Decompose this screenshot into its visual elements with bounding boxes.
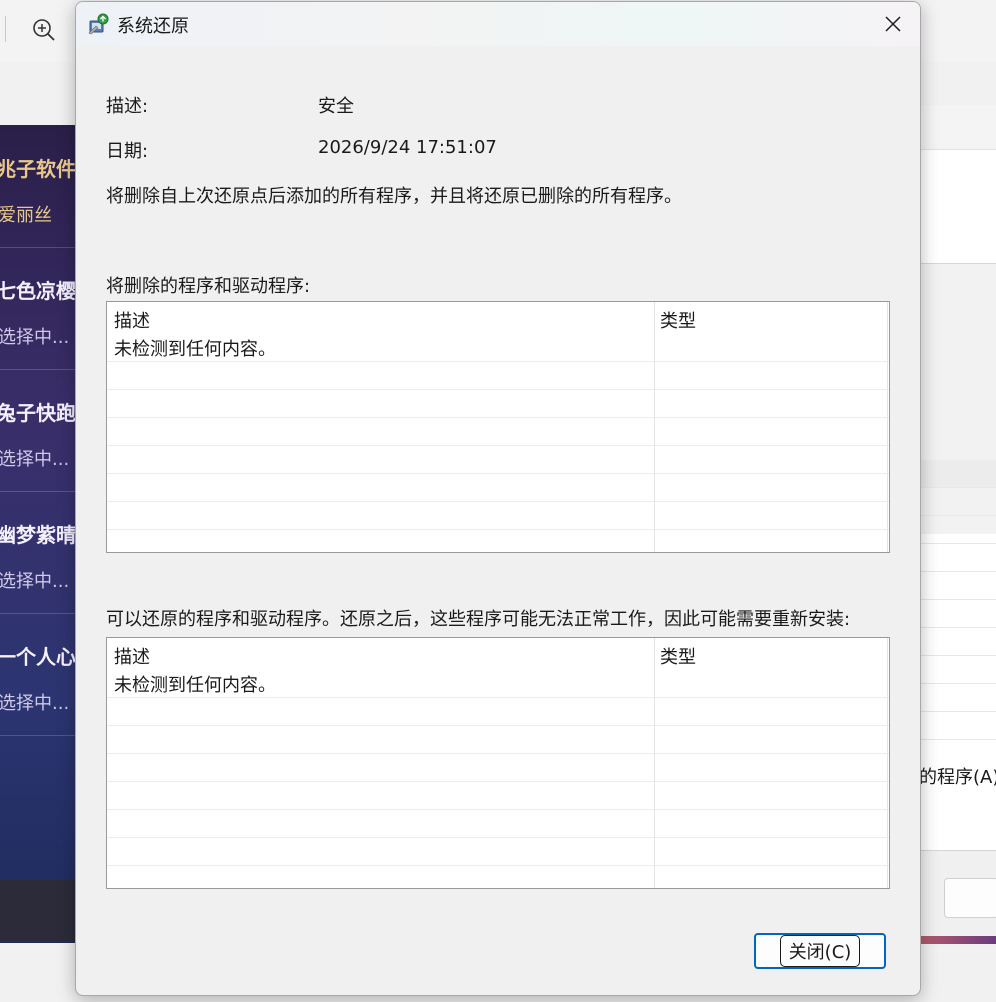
close-icon — [885, 16, 901, 32]
system-restore-icon — [87, 13, 109, 35]
row-description: 未检测到任何内容。 — [114, 339, 276, 360]
zoom-in-icon[interactable] — [30, 16, 58, 44]
delete-programs-list[interactable]: 描述 类型 未检测到任何内容。 — [106, 301, 890, 553]
description-label: 描述: — [106, 96, 149, 117]
close-window-button[interactable] — [870, 6, 916, 42]
list-item-subtitle: 选择中... — [0, 571, 70, 592]
restore-programs-list[interactable]: 描述 类型 未检测到任何内容。 — [106, 637, 890, 889]
list-item-subtitle: 选择中... — [0, 449, 70, 470]
system-restore-dialog: 系统还原 描述: 安全 日期: 2026/9/24 17:51:07 将删除自上… — [75, 1, 921, 996]
toolbar-separator — [5, 16, 6, 42]
restore-section-label: 可以还原的程序和驱动程序。还原之后，这些程序可能无法正常工作，因此可能需要重新安… — [106, 609, 851, 630]
list-item[interactable]: 兆子软件 爱丽丝 — [0, 125, 75, 248]
list-item-title: 幽梦紫晴 — [0, 523, 75, 547]
list-item[interactable]: 兔子快跑 选择中... — [0, 369, 75, 492]
list-item-subtitle: 选择中... — [0, 327, 70, 348]
close-button-label: 关闭(C) — [779, 935, 861, 967]
dialog-title: 系统还原 — [117, 16, 189, 37]
list-item[interactable]: 幽梦紫晴 选择中... — [0, 491, 75, 614]
title-bar[interactable]: 系统还原 — [76, 2, 920, 46]
background-song-list: 兆子软件 爱丽丝 七色凉樱 选择中... 兔子快跑 选择中... 幽梦紫晴 选择… — [0, 125, 75, 943]
list-item-title: 七色凉樱 — [0, 279, 75, 303]
list-item-title: 兆子软件 — [0, 157, 75, 181]
list-header: 描述 类型 — [107, 302, 889, 333]
list-item-title: 一个人心 — [0, 645, 75, 669]
date-label: 日期: — [106, 141, 149, 162]
background-restore-wizard: 的程序(A) — [918, 105, 996, 946]
close-button[interactable]: 关闭(C) — [754, 933, 886, 969]
background-header-band — [919, 105, 996, 150]
background-list — [919, 460, 996, 760]
list-item[interactable]: 一个人心 选择中... — [0, 613, 75, 736]
background-player-bar — [0, 880, 75, 942]
list-item-title: 兔子快跑 — [0, 401, 75, 425]
delete-section-label: 将删除的程序和驱动程序: — [106, 276, 311, 297]
background-button[interactable] — [944, 878, 996, 918]
description-value: 安全 — [318, 96, 354, 117]
background-taskbar-strip — [918, 936, 996, 944]
list-item-subtitle: 选择中... — [0, 693, 70, 714]
scan-programs-link[interactable]: 的程序(A) — [919, 763, 996, 789]
table-row[interactable]: 未检测到任何内容。 — [107, 669, 889, 698]
column-header-description[interactable]: 描述 — [114, 307, 150, 333]
column-header-type[interactable]: 类型 — [660, 643, 696, 669]
column-header-description[interactable]: 描述 — [114, 643, 150, 669]
list-item-subtitle: 爱丽丝 — [0, 205, 52, 226]
column-header-type[interactable]: 类型 — [660, 307, 696, 333]
row-description: 未检测到任何内容。 — [114, 675, 276, 696]
table-row[interactable]: 未检测到任何内容。 — [107, 333, 889, 362]
date-value: 2026/9/24 17:51:07 — [318, 137, 497, 158]
restore-summary: 将删除自上次还原点后添加的所有程序，并且将还原已删除的所有程序。 — [106, 186, 682, 207]
list-item[interactable]: 七色凉樱 选择中... — [0, 247, 75, 370]
list-header: 描述 类型 — [107, 638, 889, 669]
